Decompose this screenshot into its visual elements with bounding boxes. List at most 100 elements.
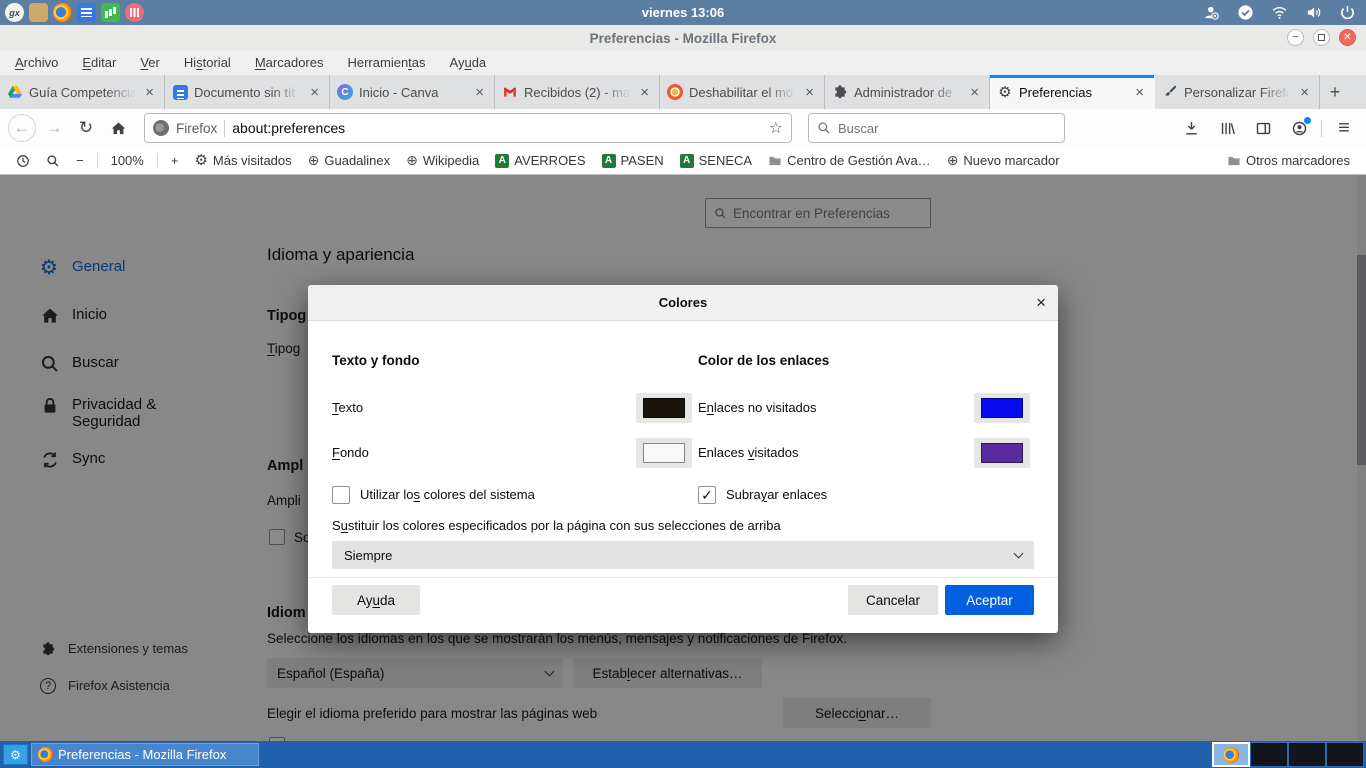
close-window-button[interactable]: ✕ (1339, 29, 1356, 46)
bookmark-seneca[interactable]: ASENECA (674, 153, 758, 168)
tab-label: Deshabilitar el mo (689, 85, 796, 100)
accept-button[interactable]: Aceptar (945, 585, 1034, 615)
user-status-icon[interactable] (1203, 4, 1220, 21)
tab-close-icon[interactable]: × (637, 84, 652, 101)
tab-administrador[interactable]: Administrador de × (825, 75, 990, 109)
visited-links-label: Enlaces visitados (698, 438, 798, 468)
background-color-label: Fondo (332, 438, 369, 468)
menubar: Archivo Editar Ver Historial Marcadores … (0, 51, 1366, 75)
menu-ayuda[interactable]: Ayuda (439, 51, 498, 75)
tab-close-icon[interactable]: × (1297, 84, 1312, 101)
bookmark-folder-centro[interactable]: Centro de Gestión Ava… (762, 153, 937, 168)
menu-ver[interactable]: Ver (129, 51, 171, 75)
gmail-icon (502, 84, 518, 100)
guadalinex-icon[interactable]: gx (5, 3, 24, 22)
search-placeholder: Buscar (838, 121, 878, 136)
tab-documento[interactable]: Documento sin tít × (165, 75, 330, 109)
workspace-2[interactable] (1250, 742, 1288, 767)
account-icon[interactable] (1285, 114, 1313, 142)
underline-links-label: Subrayar enlaces (726, 486, 827, 504)
globe-icon: ⊕ (406, 152, 418, 169)
tab-close-icon[interactable]: × (472, 84, 487, 101)
wifi-icon[interactable] (1271, 4, 1288, 21)
tab-guia-competencia[interactable]: Guía Competencia × (0, 75, 165, 109)
help-button[interactable]: Ayuda (332, 585, 420, 615)
reload-button[interactable]: ↻ (72, 114, 100, 142)
history-clock-icon[interactable] (10, 154, 36, 168)
workspace-3[interactable] (1288, 742, 1326, 767)
preferences-page: ⚙ General Inicio Buscar Privacidad & Seg… (0, 175, 1366, 741)
volume-icon[interactable] (1305, 4, 1322, 21)
tab-close-icon[interactable]: × (1132, 84, 1147, 101)
override-colors-select[interactable]: Siempre (332, 541, 1034, 569)
zoom-level[interactable]: 100% (105, 153, 150, 168)
search-bar[interactable]: Buscar (808, 113, 1065, 143)
tab-deshabilitar[interactable]: Deshabilitar el mo × (660, 75, 825, 109)
tab-label: Administrador de (854, 85, 961, 100)
zoom-out-button[interactable]: − (70, 153, 90, 168)
workspace-4[interactable] (1326, 742, 1364, 767)
files-icon[interactable] (29, 3, 48, 22)
underline-links-checkbox[interactable]: ✓ (698, 486, 716, 504)
back-button[interactable]: ← (8, 114, 36, 142)
writer-icon[interactable] (77, 3, 96, 22)
bookmark-nuevo-marcador[interactable]: ⊕Nuevo marcador (941, 152, 1066, 169)
globe-icon: ⊕ (947, 152, 959, 169)
menu-editar[interactable]: Editar (71, 51, 127, 75)
tab-close-icon[interactable]: × (802, 84, 817, 101)
bookmark-guadalinex[interactable]: ⊕Guadalinex (302, 152, 397, 169)
chart-app-icon[interactable] (101, 3, 120, 22)
downloads-icon[interactable] (1177, 114, 1205, 142)
other-bookmarks-folder[interactable]: Otros marcadores (1221, 153, 1356, 168)
color-chip (981, 443, 1023, 463)
forward-button[interactable]: → (40, 114, 68, 142)
bookmark-mas-visitados[interactable]: ⚙Más visitados (188, 153, 297, 168)
new-tab-button[interactable]: + (1320, 75, 1350, 109)
menu-historial[interactable]: Historial (173, 51, 242, 75)
unvisited-links-swatch[interactable] (974, 393, 1030, 423)
divider (157, 153, 158, 168)
bookmark-wikipedia[interactable]: ⊕Wikipedia (400, 152, 485, 169)
tab-gmail[interactable]: Recibidos (2) - mai × (495, 75, 660, 109)
impress-icon[interactable] (125, 3, 144, 22)
bookmark-pasen[interactable]: APASEN (596, 153, 670, 168)
taskbar-window-button[interactable]: Preferencias - Mozilla Firefox (31, 743, 259, 766)
system-colors-checkbox[interactable] (332, 486, 350, 504)
tab-canva[interactable]: C Inicio - Canva × (330, 75, 495, 109)
sidebars-icon[interactable] (1249, 114, 1277, 142)
tab-close-icon[interactable]: × (967, 84, 982, 101)
visited-links-swatch[interactable] (974, 438, 1030, 468)
tab-close-icon[interactable]: × (307, 84, 322, 101)
minimize-button[interactable]: − (1287, 29, 1304, 46)
menu-herramientas[interactable]: Herramientas (336, 51, 436, 75)
url-text[interactable]: about:preferences (232, 120, 761, 136)
color-chip (643, 443, 685, 463)
tab-label: Documento sin tít (194, 85, 301, 100)
dialog-close-icon[interactable]: × (1036, 285, 1046, 321)
show-desktop-icon[interactable]: ⚙ (3, 744, 28, 765)
library-icon[interactable] (1213, 114, 1241, 142)
chevron-down-icon (1014, 549, 1024, 559)
tab-preferencias[interactable]: ⚙ Preferencias × (990, 75, 1155, 109)
bookmark-averroes[interactable]: AAVERROES (489, 153, 591, 168)
menu-archivo[interactable]: Archivo (4, 51, 69, 75)
tab-personalizar[interactable]: Personalizar Firefo × (1155, 75, 1320, 109)
restore-button[interactable] (1313, 29, 1330, 46)
home-button[interactable] (104, 114, 132, 142)
updates-ok-icon[interactable] (1237, 4, 1254, 21)
tab-close-icon[interactable]: × (142, 84, 157, 101)
identity-label: Firefox (176, 121, 217, 136)
menu-marcadores[interactable]: Marcadores (244, 51, 335, 75)
bookmark-star-icon[interactable]: ☆ (769, 118, 783, 138)
url-bar[interactable]: Firefox about:preferences ☆ (144, 113, 792, 143)
workspace-1[interactable] (1212, 742, 1250, 767)
text-color-swatch[interactable] (636, 393, 692, 423)
power-icon[interactable] (1339, 4, 1356, 21)
zoom-in-button[interactable]: + (165, 153, 185, 168)
menu-hamburger-icon[interactable]: ≡ (1330, 114, 1358, 142)
color-chip (981, 398, 1023, 418)
firefox-icon[interactable] (53, 3, 72, 22)
find-icon[interactable] (40, 154, 66, 168)
cancel-button[interactable]: Cancelar (848, 585, 938, 615)
background-color-swatch[interactable] (636, 438, 692, 468)
